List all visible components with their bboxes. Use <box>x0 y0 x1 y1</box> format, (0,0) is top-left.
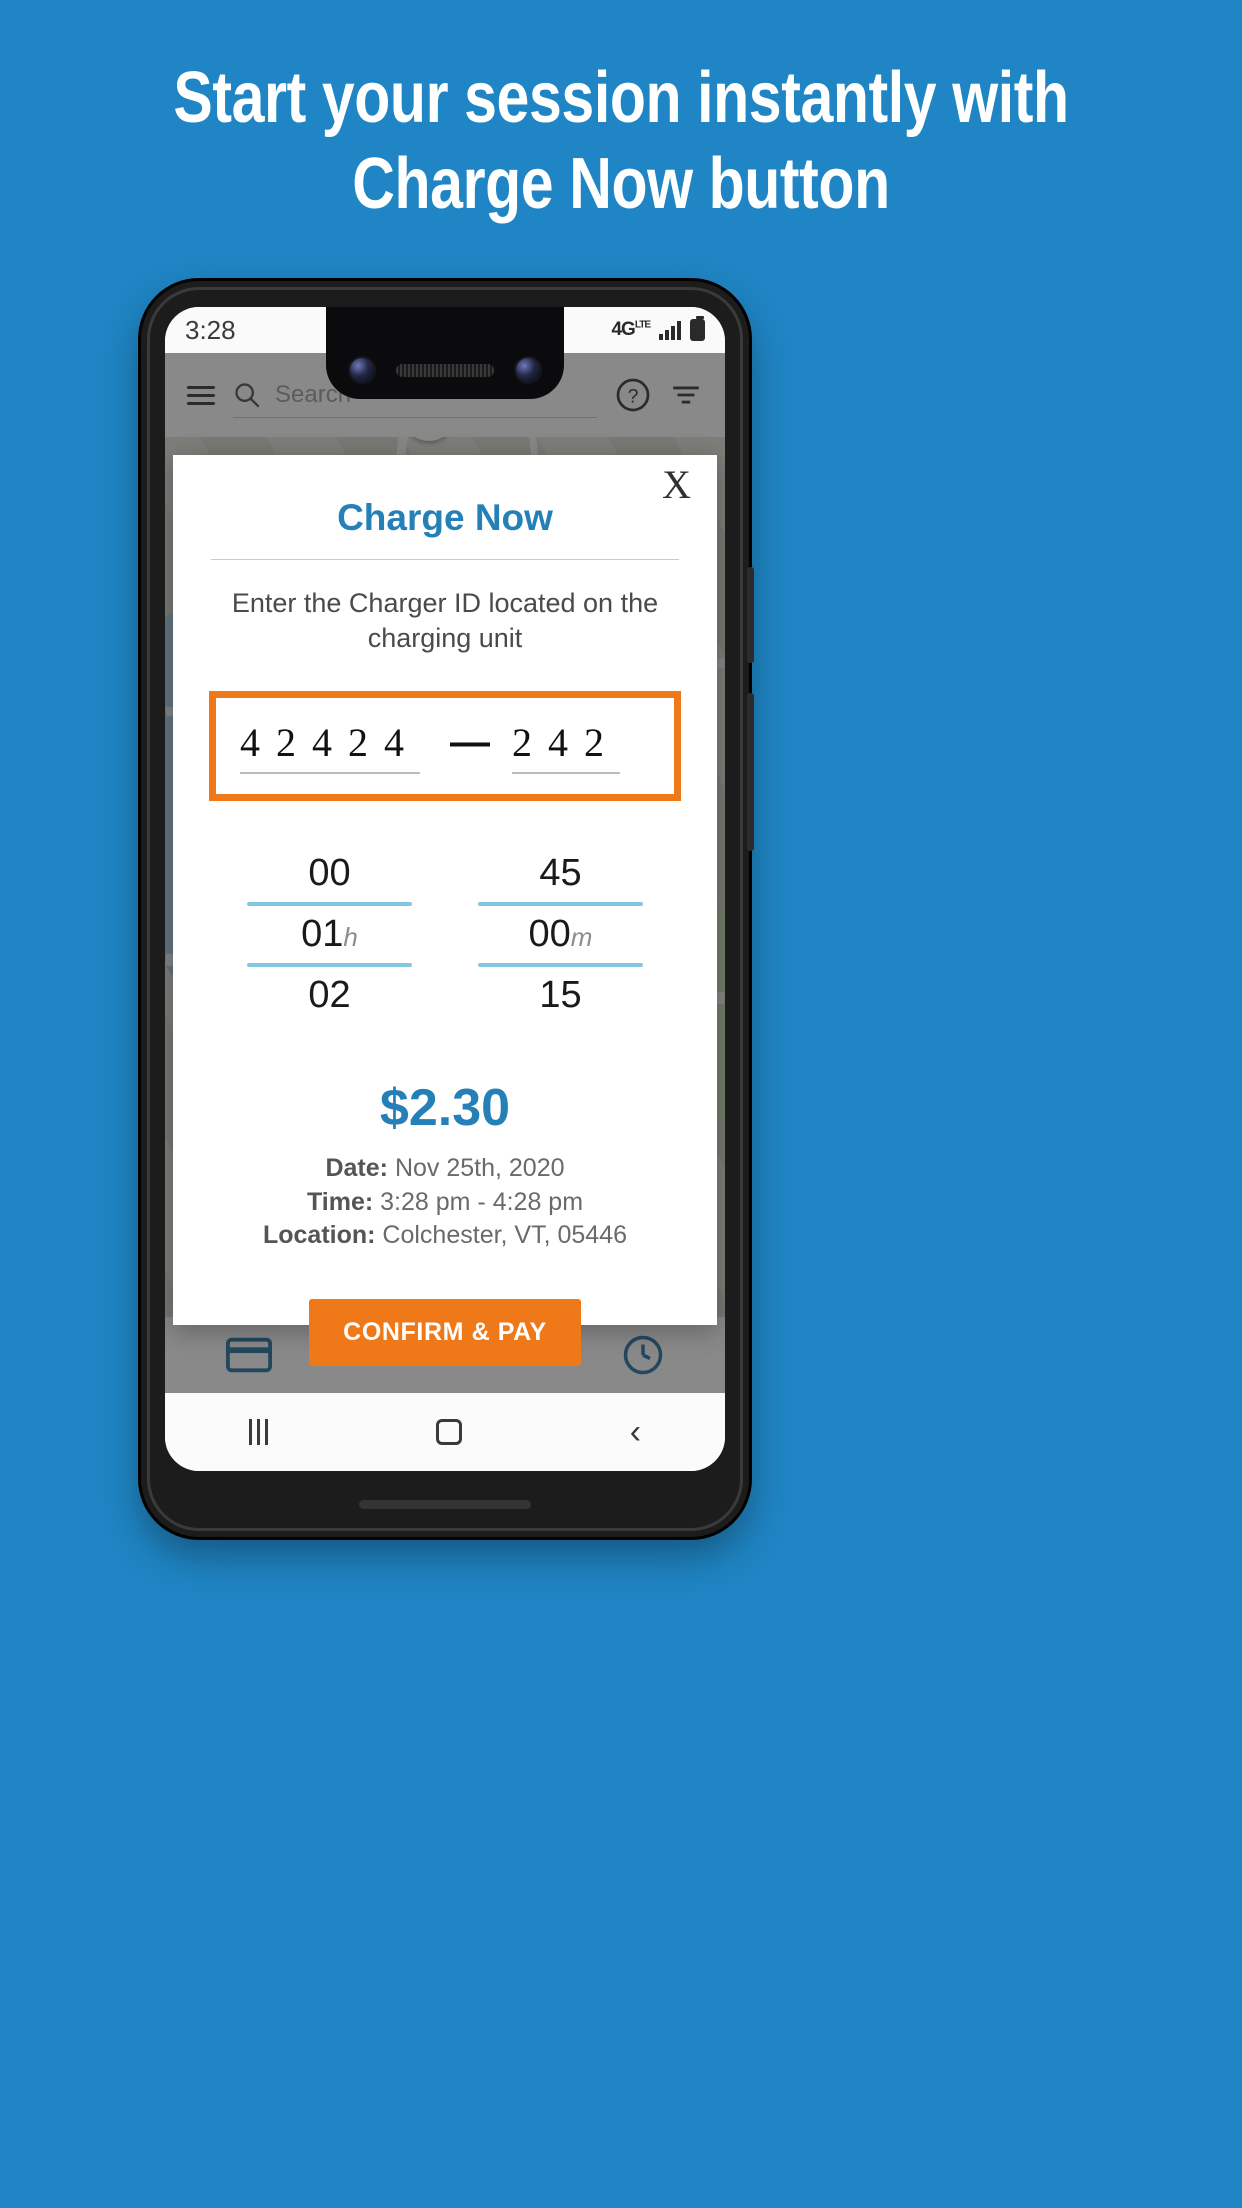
price-total: $2.30 <box>379 1079 511 1138</box>
phone-screen: 3:28 4GLTE Iff E Lo <box>165 307 725 1471</box>
network-type-icon: 4GLTE <box>611 319 651 340</box>
hours-picker[interactable]: 00 01h 02 <box>247 845 412 1024</box>
minutes-unit-label: m <box>570 922 593 953</box>
dialog-divider <box>211 559 679 560</box>
session-time-value: 3:28 pm - 4:28 pm <box>380 1187 584 1216</box>
recents-icon[interactable] <box>248 1419 268 1445</box>
hours-unit-label: h <box>343 922 358 953</box>
session-location-row: Location: Colchester, VT, 05446 <box>203 1219 687 1253</box>
session-details: Date: Nov 25th, 2020 Time: 3:28 pm - 4:2… <box>203 1152 687 1253</box>
session-location-value: Colchester, VT, 05446 <box>382 1221 628 1250</box>
session-date-row: Date: Nov 25th, 2020 <box>203 1152 687 1186</box>
phone-volume-button[interactable] <box>747 693 754 851</box>
earpiece-speaker-icon <box>396 363 494 377</box>
charger-id-digit: 2 <box>276 719 296 765</box>
session-date-label: Date: <box>325 1154 388 1183</box>
front-camera-secondary-icon <box>516 358 540 382</box>
status-bar-indicators: 4GLTE <box>611 316 705 341</box>
charger-id-digit: 4 <box>240 719 260 765</box>
confirm-button-wrap: CONFIRM & PAY <box>203 1298 687 1366</box>
signal-bars-icon <box>659 320 681 340</box>
dialog-title: Charge Now <box>337 497 553 538</box>
charger-id-digit: 2 <box>348 719 368 765</box>
phone-bottom-speaker <box>359 1500 531 1509</box>
back-icon[interactable]: ‹ <box>630 1415 641 1449</box>
minutes-selected-value[interactable]: 00m <box>478 906 643 963</box>
charger-id-digit: 4 <box>312 719 332 765</box>
android-navigation-bar: ‹ <box>165 1393 725 1471</box>
confirm-and-pay-button[interactable]: CONFIRM & PAY <box>309 1298 581 1366</box>
charger-id-input-group[interactable]: 4 2 4 2 4 — 2 4 2 <box>209 691 681 802</box>
phone-device-frame: 3:28 4GLTE Iff E Lo <box>141 281 754 1537</box>
duration-picker: 00 01h 02 45 00m 15 <box>203 845 687 1024</box>
camera-notch <box>326 307 564 399</box>
hours-selected-value[interactable]: 01h <box>247 906 412 963</box>
charger-id-separator: — <box>450 719 490 764</box>
session-time-label: Time: <box>306 1187 374 1216</box>
hours-option-above[interactable]: 00 <box>247 845 412 902</box>
close-icon[interactable]: X <box>662 465 691 505</box>
front-camera-icon <box>350 358 374 382</box>
hours-option-below[interactable]: 02 <box>247 967 412 1024</box>
minutes-picker[interactable]: 45 00m 15 <box>478 845 643 1024</box>
minutes-option-above[interactable]: 45 <box>478 845 643 902</box>
headline-line-1: Start your session instantly with <box>173 58 1069 138</box>
charger-id-digit: 4 <box>548 719 568 765</box>
charger-id-suffix-input[interactable]: 2 4 2 <box>512 719 620 774</box>
charger-id-prefix-input[interactable]: 4 2 4 2 4 <box>240 719 420 774</box>
charge-now-dialog: X Charge Now Enter the Charger ID locate… <box>173 455 717 1366</box>
headline-line-2: Charge Now button <box>352 144 890 224</box>
phone-power-button[interactable] <box>747 567 754 663</box>
battery-icon <box>690 316 705 341</box>
session-date-value: Nov 25th, 2020 <box>394 1154 565 1183</box>
minutes-option-below[interactable]: 15 <box>478 967 643 1024</box>
dialog-instruction: Enter the Charger ID located on the char… <box>231 588 659 653</box>
charger-id-digit: 4 <box>384 719 404 765</box>
home-icon[interactable] <box>435 1419 462 1445</box>
status-bar-clock: 3:28 <box>185 314 236 345</box>
promo-headline: Start your session instantly with Charge… <box>112 62 1130 234</box>
session-location-label: Location: <box>262 1221 376 1250</box>
charger-id-digit: 2 <box>512 719 532 765</box>
charger-id-digit: 2 <box>584 719 604 765</box>
session-time-row: Time: 3:28 pm - 4:28 pm <box>203 1186 687 1220</box>
